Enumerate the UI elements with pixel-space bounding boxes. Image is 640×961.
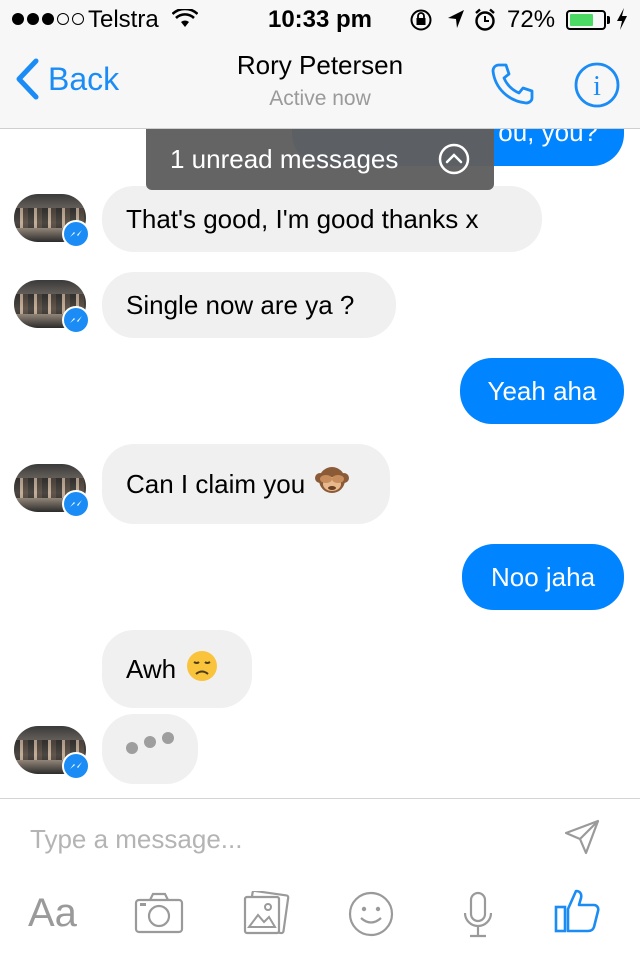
svg-text:i: i: [593, 71, 601, 102]
battery-icon: [566, 10, 606, 30]
message-thread[interactable]: ou, you? That's good, I'm good thanks x …: [0, 128, 640, 798]
chevron-up-circle-icon: [438, 143, 470, 182]
message-bubble-incoming[interactable]: Can I claim you: [102, 444, 390, 524]
messenger-badge-icon: [62, 490, 90, 518]
send-button[interactable]: [562, 817, 602, 862]
message-text: Noo jaha: [490, 562, 596, 592]
status-bar: Telstra 10:33 pm 72%: [0, 0, 640, 40]
messenger-badge-icon: [62, 752, 90, 780]
avatar[interactable]: [14, 464, 90, 518]
avatar[interactable]: [14, 194, 90, 248]
charging-bolt-icon: [616, 7, 628, 38]
unread-messages-text: 1 unread messages: [170, 143, 399, 174]
message-text: Single now are ya ?: [126, 290, 355, 320]
message-text: Can I claim you: [126, 469, 306, 499]
camera-button[interactable]: [134, 891, 184, 940]
camera-icon: [134, 892, 184, 934]
phone-icon: [491, 63, 534, 105]
battery-tip: [607, 16, 610, 24]
unread-messages-toast[interactable]: 1 unread messages: [146, 128, 494, 190]
messenger-badge-icon: [62, 220, 90, 248]
message-bubble-outgoing[interactable]: Noo jaha: [462, 544, 624, 610]
top-bar: Telstra 10:33 pm 72% Back Rory Petersen …: [0, 0, 640, 129]
call-button[interactable]: [490, 62, 536, 111]
typing-dot: [144, 736, 156, 748]
microphone-button[interactable]: [460, 891, 496, 944]
message-bubble-outgoing[interactable]: Yeah aha: [460, 358, 624, 424]
avatar[interactable]: [14, 280, 90, 334]
message-text: Yeah aha: [487, 376, 597, 406]
message-bubble-incoming[interactable]: That's good, I'm good thanks x: [102, 186, 542, 252]
message-text: That's good, I'm good thanks x: [126, 204, 479, 234]
like-button[interactable]: [554, 887, 600, 940]
typing-dot: [162, 732, 174, 744]
message-text: Awh: [126, 654, 177, 684]
rotation-lock-icon: [408, 8, 434, 39]
thumbs-up-icon: [554, 889, 600, 933]
messenger-badge-icon: [62, 306, 90, 334]
gallery-button[interactable]: [240, 889, 290, 942]
message-composer: Aa: [0, 798, 640, 961]
typing-indicator: [102, 714, 198, 784]
message-bubble-incoming[interactable]: Awh: [102, 630, 252, 708]
send-arrow-icon: [564, 819, 600, 855]
emoji-button[interactable]: [348, 891, 394, 942]
battery-percent: 72%: [507, 6, 556, 33]
location-arrow-icon: [446, 8, 466, 37]
see-no-evil-monkey-emoji: [315, 464, 350, 504]
message-text: ou, you?: [498, 128, 598, 147]
message-input[interactable]: [30, 819, 530, 859]
disappointed-face-emoji: [186, 650, 218, 688]
contact-name: Rory Petersen: [236, 50, 404, 80]
typing-dot: [126, 742, 138, 754]
text-format-icon[interactable]: Aa: [28, 891, 77, 936]
gallery-icon: [243, 889, 290, 935]
message-bubble-incoming[interactable]: Single now are ya ?: [102, 272, 396, 338]
contact-status: Active now: [269, 87, 371, 110]
microphone-icon: [463, 891, 493, 938]
emoji-icon: [348, 891, 394, 937]
alarm-icon: [474, 8, 496, 39]
avatar[interactable]: [14, 726, 90, 780]
info-button[interactable]: i: [574, 62, 620, 113]
conversation-title: Rory Petersen Active now: [0, 50, 640, 111]
info-icon: i: [574, 62, 620, 108]
